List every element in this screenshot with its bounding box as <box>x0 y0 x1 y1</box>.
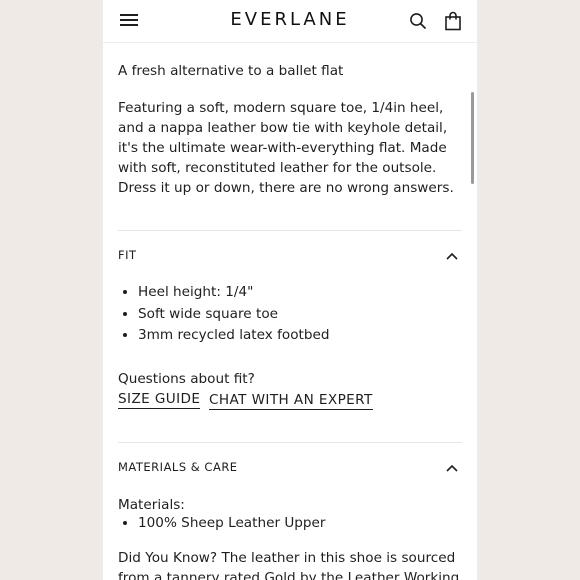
chevron-up-icon <box>446 464 458 472</box>
materials-section-title: MATERIALS & CARE <box>118 460 238 474</box>
search-icon[interactable] <box>409 12 427 30</box>
fit-list: Heel height: 1/4" Soft wide square toe 3… <box>118 282 330 347</box>
scrollbar-thumb[interactable] <box>471 92 474 184</box>
chevron-up-icon <box>446 252 458 260</box>
fit-question: Questions about fit? <box>118 371 255 387</box>
phone-screen: EVERLANE A fresh alternative to a ballet… <box>103 0 477 580</box>
list-item: Soft wide square toe <box>138 304 330 326</box>
materials-list: 100% Sheep Leather Upper <box>118 513 326 535</box>
divider <box>118 230 462 231</box>
list-item: 3mm recycled latex footbed <box>138 325 330 347</box>
shopping-bag-icon[interactable] <box>444 11 462 31</box>
materials-label: Materials: <box>118 497 185 513</box>
materials-accordion-header[interactable]: MATERIALS & CARE <box>118 458 462 478</box>
fit-section-title: FIT <box>118 248 137 262</box>
did-you-know-text: Did You Know? The leather in this shoe i… <box>118 550 460 580</box>
product-tagline: A fresh alternative to a ballet flat <box>118 63 344 79</box>
list-item: Heel height: 1/4" <box>138 282 330 304</box>
fit-accordion-header[interactable]: FIT <box>118 246 462 266</box>
product-description: Featuring a soft, modern square toe, 1/4… <box>118 100 454 196</box>
list-item: 100% Sheep Leather Upper <box>138 513 326 535</box>
chat-with-expert-link[interactable]: CHAT WITH AN EXPERT <box>209 392 373 410</box>
divider <box>118 442 462 443</box>
size-guide-link[interactable]: SIZE GUIDE <box>118 391 201 409</box>
top-nav-bar: EVERLANE <box>103 0 477 43</box>
